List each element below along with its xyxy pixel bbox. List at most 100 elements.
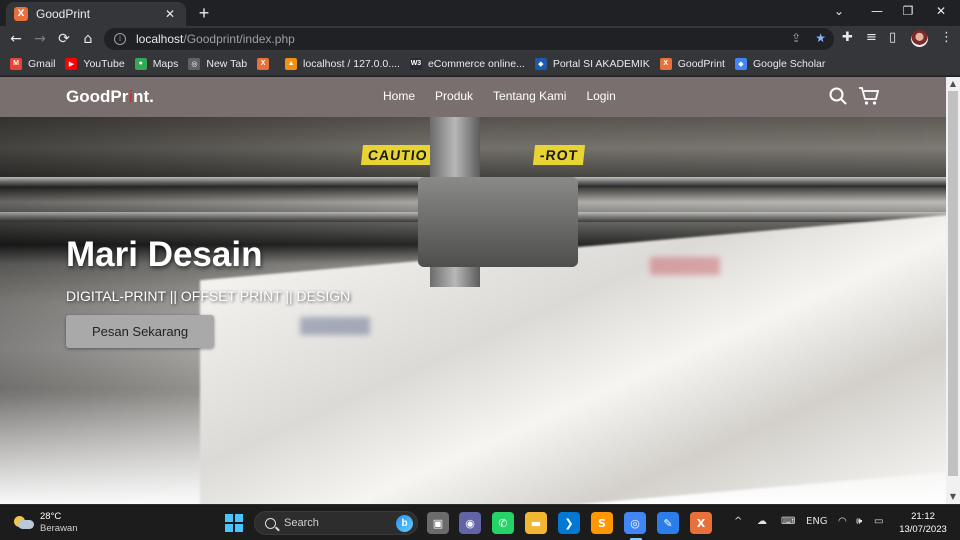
weather-temperature: 28°C — [40, 511, 62, 522]
ink-smudge — [650, 257, 720, 275]
xampp-icon[interactable]: X — [690, 512, 712, 534]
bookmark-item[interactable]: ● Maps — [133, 54, 187, 74]
menu-icon[interactable]: ⋮ — [940, 30, 953, 45]
reading-list-icon[interactable]: ≡ — [866, 30, 877, 45]
bookmark-item[interactable]: ◆ Portal SI AKADEMIK — [533, 54, 658, 74]
phpmyadmin-icon: ▲ — [285, 57, 298, 70]
browser-toolbar: ← → ⟳ ⌂ i localhost/Goodprint/index.php … — [0, 26, 960, 52]
press-head — [418, 177, 578, 267]
search-icon — [265, 517, 276, 529]
site-info-icon[interactable]: i — [114, 33, 126, 45]
bookmark-item[interactable]: X — [255, 54, 283, 74]
bookmark-label: eCommerce online... — [427, 57, 525, 70]
hero-subtitle: DIGITAL-PRINT || OFFSET PRINT || DESIGN — [66, 288, 351, 304]
task-view-icon[interactable]: ▣ — [427, 512, 449, 534]
gmail-icon: M — [10, 57, 22, 70]
maximize-button[interactable]: ❐ — [893, 4, 923, 18]
side-panel-icon[interactable]: ▯ — [889, 30, 896, 45]
tab-strip: X GoodPrint ✕ + ⌄ — ❐ ✕ — [0, 0, 960, 26]
onedrive-icon[interactable]: ☁ — [757, 516, 767, 527]
address-bar[interactable]: i localhost/Goodprint/index.php ⇪ ★ — [104, 28, 834, 50]
pesan-sekarang-button[interactable]: Pesan Sekarang — [66, 315, 214, 348]
windows-taskbar: 28°C Berawan Search b ▣ ◉ ✆ ▬ ❯ S ◎ ✎ X ^ ☁ ⌨ EN… — [0, 504, 960, 540]
tab-title: GoodPrint — [36, 7, 91, 21]
bookmark-label: YouTube — [83, 57, 125, 70]
portal-icon: ◆ — [534, 57, 547, 70]
bookmark-label: GoodPrint — [677, 57, 725, 70]
bookmark-item[interactable]: ▲ localhost / 127.0.0.... — [283, 54, 408, 74]
scroll-down-arrow-icon[interactable]: ▼ — [946, 490, 960, 504]
globe-icon: ◎ — [188, 57, 201, 70]
page-viewport: GoodPrint. Home Produk Tentang Kami Logi… — [0, 77, 960, 504]
extensions-icon[interactable]: ✚ — [842, 30, 853, 45]
wifi-icon[interactable]: ◠ — [838, 516, 847, 527]
profile-avatar[interactable] — [911, 30, 928, 47]
reload-button[interactable]: ⟳ — [55, 30, 73, 48]
close-window-button[interactable]: ✕ — [926, 4, 956, 18]
xampp-icon: X — [14, 7, 28, 21]
show-hidden-icons-icon[interactable]: ^ — [734, 516, 742, 527]
teams-icon[interactable]: ◉ — [459, 512, 481, 534]
search-label: Search — [284, 517, 319, 529]
taskbar-search[interactable]: Search b — [254, 511, 418, 535]
close-icon[interactable]: ✕ — [162, 7, 178, 21]
chrome-icon[interactable]: ◎ — [624, 512, 646, 534]
back-button[interactable]: ← — [7, 30, 25, 48]
system-clock[interactable]: 21:12 13/07/2023 — [896, 510, 950, 536]
youtube-icon: ▶ — [65, 57, 78, 70]
bookmark-item[interactable]: ◎ New Tab — [186, 54, 255, 74]
w3schools-icon: W3 — [409, 57, 422, 70]
menu-home-link[interactable]: Home — [383, 89, 415, 103]
menu-produk-link[interactable]: Produk — [435, 89, 473, 103]
weather-widget[interactable]: 28°C Berawan — [12, 511, 78, 535]
caution-label: CAUTIO — [360, 145, 435, 165]
share-icon[interactable]: ⇪ — [791, 31, 801, 45]
bookmark-label: Maps — [152, 57, 179, 70]
forward-button[interactable]: → — [31, 30, 49, 48]
scrollbar-thumb[interactable] — [948, 91, 958, 476]
scroll-up-arrow-icon[interactable]: ▲ — [946, 77, 960, 91]
whatsapp-icon[interactable]: ✆ — [492, 512, 514, 534]
bookmark-star-icon[interactable]: ★ — [815, 31, 826, 45]
site-navbar: GoodPrint. Home Produk Tentang Kami Logi… — [0, 77, 946, 117]
bookmark-label: localhost / 127.0.0.... — [303, 57, 400, 70]
menu-login-link[interactable]: Login — [586, 89, 615, 103]
clock-date: 13/07/2023 — [899, 524, 947, 535]
bookmark-item[interactable]: W3 eCommerce online... — [408, 54, 533, 74]
battery-icon[interactable]: ▭ — [874, 516, 883, 527]
keyboard-icon[interactable]: ⌨ — [781, 516, 795, 527]
xampp-icon: X — [659, 57, 672, 70]
bookmark-label: Gmail — [28, 57, 56, 70]
bookmark-item[interactable]: ◆ Google Scholar — [733, 54, 833, 74]
sublime-icon[interactable]: S — [591, 512, 613, 534]
vscode-icon[interactable]: ❯ — [558, 512, 580, 534]
browser-tab-goodprint[interactable]: X GoodPrint ✕ — [6, 2, 186, 26]
bookmark-item[interactable]: M Gmail — [8, 54, 63, 74]
bookmarks-bar: M Gmail ▶ YouTube ● Maps ◎ New Tab X ▲ localhost /… — [0, 52, 960, 76]
minimize-button[interactable]: — — [862, 4, 892, 18]
home-button[interactable]: ⌂ — [79, 30, 97, 48]
site-logo[interactable]: GoodPrint. — [66, 87, 154, 107]
bookmark-label: Portal SI AKADEMIK — [552, 57, 650, 70]
bookmark-item[interactable]: X GoodPrint — [658, 54, 733, 74]
tab-search-button[interactable]: ⌄ — [824, 4, 854, 18]
cart-icon[interactable] — [858, 86, 880, 111]
bing-icon[interactable]: b — [396, 515, 413, 532]
bookmark-label: Google Scholar — [752, 57, 826, 70]
caution-label: -ROT — [532, 145, 586, 165]
paint-icon[interactable]: ✎ — [657, 512, 679, 534]
hero-title: Mari Desain — [66, 235, 263, 274]
bookmark-item[interactable]: ▶ YouTube — [63, 54, 132, 74]
hero-section: CAUTIO -ROT Mari Desain DIGITAL-PRINT ||… — [0, 117, 946, 504]
menu-tentang-kami-link[interactable]: Tentang Kami — [493, 89, 566, 103]
file-explorer-icon[interactable]: ▬ — [525, 512, 547, 534]
volume-icon[interactable]: 🕪 — [856, 516, 862, 527]
language-indicator[interactable]: ENG — [806, 516, 828, 527]
url-text: localhost/Goodprint/index.php — [136, 32, 295, 46]
windows-start-icon[interactable] — [225, 514, 243, 532]
partly-cloudy-icon — [12, 516, 34, 530]
new-tab-button[interactable]: + — [194, 3, 214, 24]
site-menu: Home Produk Tentang Kami Login — [383, 89, 616, 103]
search-icon[interactable] — [828, 86, 848, 111]
scholar-icon: ◆ — [734, 57, 747, 70]
